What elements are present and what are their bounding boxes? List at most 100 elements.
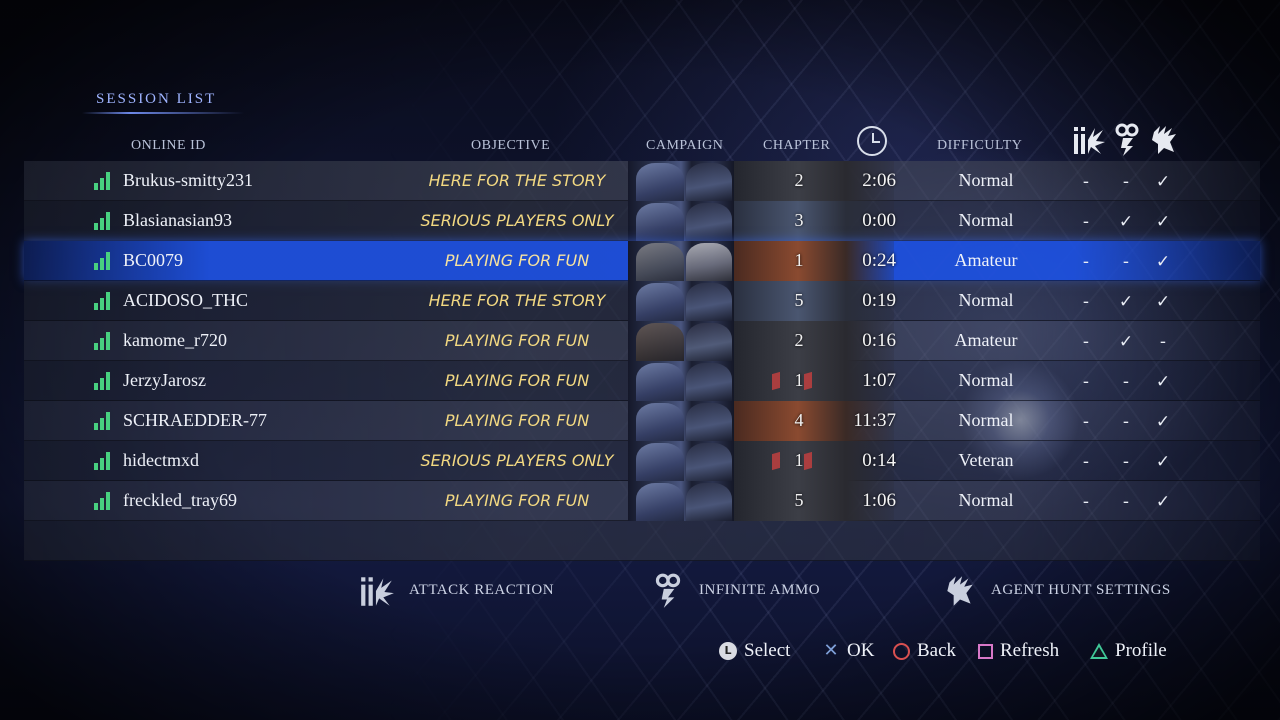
back-label: Back: [917, 640, 957, 661]
play-time: 1:06: [862, 490, 896, 511]
select-control[interactable]: L Select: [719, 640, 790, 662]
character-portrait-2: [686, 443, 732, 481]
online-id: freckled_tray69: [123, 490, 237, 510]
attack-reaction-status: -: [1082, 252, 1090, 272]
emblem-icon: [772, 371, 780, 391]
agent-hunt-icon: [1152, 126, 1176, 154]
campaign-portrait: [628, 321, 734, 361]
online-id: hidectmxd: [123, 450, 199, 470]
refresh-control[interactable]: Refresh: [978, 640, 1059, 662]
infinite-ammo-status: -: [1122, 412, 1130, 432]
session-row[interactable]: ACIDOSO_THC HERE FOR THE STORY 5 0:19 Normal…: [24, 281, 1260, 321]
character-portrait-2: [686, 203, 732, 241]
agent-hunt-status: -: [1159, 332, 1167, 352]
infinite-ammo-status: -: [1122, 252, 1130, 272]
attack-reaction-status: -: [1082, 332, 1090, 352]
agent-hunt-status: ✓: [1155, 212, 1171, 232]
difficulty: Normal: [958, 410, 1014, 430]
campaign-portrait: [628, 201, 734, 241]
infinite-ammo-icon: [1115, 123, 1139, 156]
play-time: 1:07: [862, 370, 896, 391]
session-row[interactable]: kamome_r720 PLAYING FOR FUN 2 0:16 Amateur - ✓…: [24, 321, 1260, 361]
character-portrait-1: [636, 283, 684, 321]
connection-strength-icon: [94, 412, 112, 430]
profile-label: Profile: [1115, 640, 1167, 661]
objective: PLAYING FOR FUN: [444, 251, 590, 270]
agent-hunt-status: ✓: [1155, 252, 1171, 272]
column-campaign: CAMPAIGN: [646, 138, 724, 153]
ok-label: OK: [847, 640, 875, 661]
connection-strength-icon: [94, 492, 112, 510]
difficulty: Normal: [958, 490, 1014, 510]
chapter-number: 1: [794, 370, 804, 390]
square-button-icon: [978, 643, 993, 659]
cross-button-icon: ✕: [823, 640, 839, 661]
profile-control[interactable]: Profile: [1090, 640, 1167, 662]
select-label: Select: [744, 640, 791, 661]
infinite-ammo-status: -: [1122, 372, 1130, 392]
attack-reaction-status: -: [1082, 212, 1090, 232]
attack-reaction-status: -: [1082, 372, 1090, 392]
agent-hunt-status: ✓: [1155, 452, 1171, 472]
connection-strength-icon: [94, 212, 112, 230]
online-id: BC0079: [123, 250, 184, 270]
character-portrait-2: [686, 163, 732, 201]
session-list: Brukus-smitty231 HERE FOR THE STORY 2 2:06 N…: [24, 161, 1260, 561]
campaign-portrait: [628, 481, 734, 521]
empty-session-row: [24, 521, 1260, 561]
character-portrait-1: [636, 363, 684, 401]
refresh-label: Refresh: [1000, 640, 1060, 661]
session-row[interactable]: BC0079 PLAYING FOR FUN 1 0:24 Amateur - - ✓: [24, 241, 1260, 281]
play-time: 0:24: [862, 250, 896, 271]
online-id: kamome_r720: [123, 330, 227, 350]
controller-hints: L Select ✕ OK Back Refresh Profile: [0, 640, 1280, 666]
character-portrait-1: [636, 323, 684, 361]
connection-strength-icon: [94, 372, 112, 390]
objective: SERIOUS PLAYERS ONLY: [420, 451, 614, 470]
objective: HERE FOR THE STORY: [428, 171, 606, 190]
online-id: JerzyJarosz: [123, 370, 206, 390]
character-portrait-1: [636, 443, 684, 481]
connection-strength-icon: [94, 292, 112, 310]
online-id: Blasianasian93: [123, 210, 232, 230]
session-row[interactable]: SCHRAEDDER-77 PLAYING FOR FUN 4 11:37 Normal…: [24, 401, 1260, 441]
infinite-ammo-status: ✓: [1118, 332, 1134, 352]
emblem-icon: [772, 451, 780, 471]
l1-button-icon: L: [719, 642, 737, 660]
difficulty: Amateur: [954, 330, 1018, 350]
objective: PLAYING FOR FUN: [444, 491, 590, 510]
play-time: 11:37: [853, 410, 896, 431]
chapter-number: 2: [794, 330, 804, 350]
session-row[interactable]: hidectmxd SERIOUS PLAYERS ONLY 1 0:14 Vetera…: [24, 441, 1260, 481]
difficulty: Normal: [958, 170, 1014, 190]
session-row[interactable]: freckled_tray69 PLAYING FOR FUN 5 1:06 Norma…: [24, 481, 1260, 521]
session-row[interactable]: JerzyJarosz PLAYING FOR FUN 1 1:07 Normal - - ✓: [24, 361, 1260, 401]
play-time: 0:19: [862, 290, 896, 311]
online-id: ACIDOSO_THC: [123, 290, 249, 310]
attack-reaction-icon: [1074, 127, 1105, 154]
connection-strength-icon: [94, 252, 112, 270]
character-portrait-2: [686, 363, 732, 401]
connection-strength-icon: [94, 332, 112, 350]
attack-reaction-status: -: [1082, 492, 1090, 512]
character-portrait-2: [686, 323, 732, 361]
play-time: 0:16: [862, 330, 896, 351]
campaign-portrait: [628, 241, 734, 281]
character-portrait-2: [686, 283, 732, 321]
campaign-portrait: [628, 441, 734, 481]
play-time: 0:00: [862, 210, 896, 231]
agent-hunt-legend-icon: [947, 576, 973, 606]
campaign-portrait: [628, 401, 734, 441]
page-title: SESSION LIST: [96, 91, 217, 107]
ok-control[interactable]: ✕ OK: [822, 640, 874, 662]
chapter-number: 4: [794, 410, 804, 430]
attack-reaction-status: -: [1082, 412, 1090, 432]
objective: HERE FOR THE STORY: [428, 291, 606, 310]
session-row[interactable]: Brukus-smitty231 HERE FOR THE STORY 2 2:06 N…: [24, 161, 1260, 201]
session-row[interactable]: Blasianasian93 SERIOUS PLAYERS ONLY 3 0:00 N…: [24, 201, 1260, 241]
character-portrait-1: [636, 203, 684, 241]
online-id: Brukus-smitty231: [123, 170, 254, 190]
character-portrait-2: [686, 243, 732, 281]
back-control[interactable]: Back: [893, 640, 956, 662]
connection-strength-icon: [94, 452, 112, 470]
